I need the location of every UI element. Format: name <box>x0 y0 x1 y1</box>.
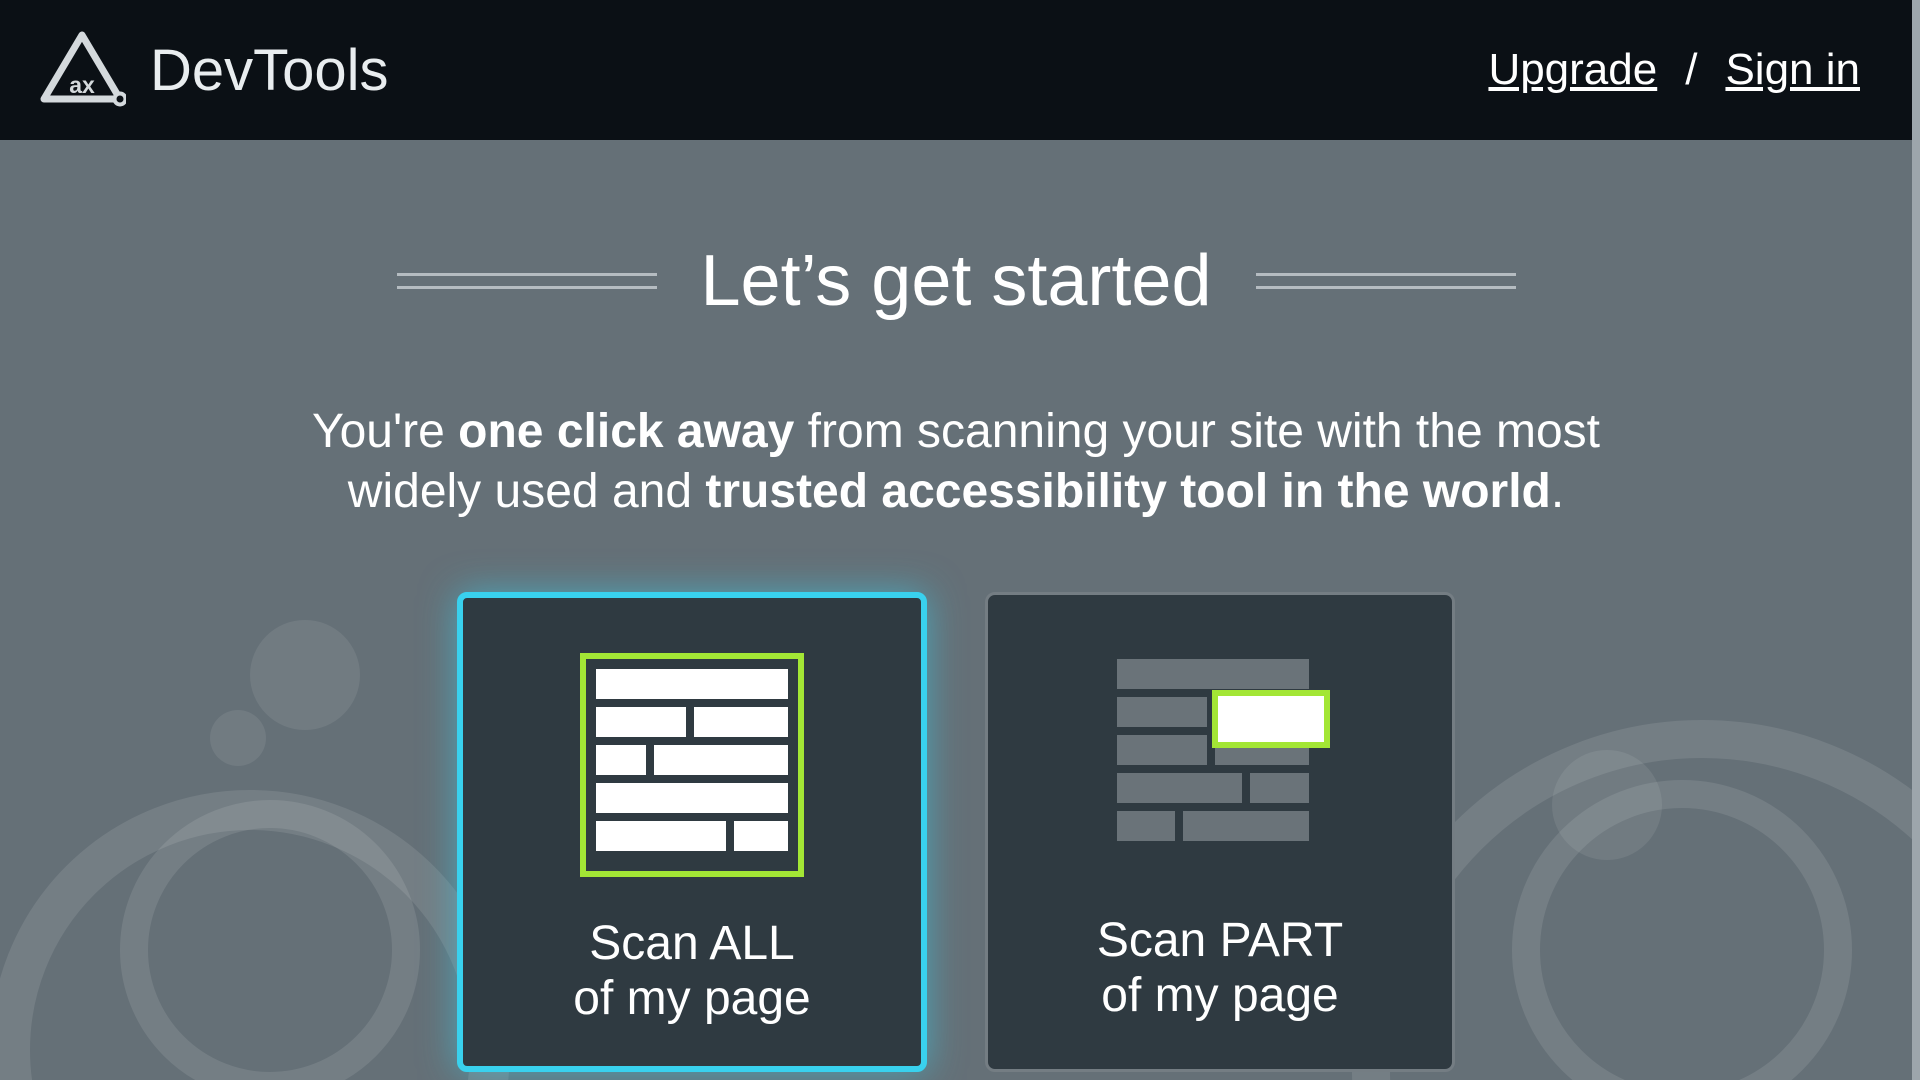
title-row: Let’s get started <box>397 240 1516 322</box>
upgrade-link[interactable]: Upgrade <box>1488 45 1657 95</box>
brand-name: DevTools <box>150 37 389 104</box>
rule-left <box>397 273 657 289</box>
brand: ax DevTools <box>38 29 389 112</box>
header-separator: / <box>1685 45 1697 95</box>
main: Let’s get started You're one click away … <box>0 140 1920 1080</box>
signin-link[interactable]: Sign in <box>1725 45 1860 95</box>
header: ax DevTools Upgrade / Sign in <box>0 0 1920 140</box>
svg-text:ax: ax <box>69 72 95 98</box>
subtitle: You're one click away from scanning your… <box>286 402 1626 522</box>
scan-all-card[interactable]: Scan ALL of my page <box>457 592 927 1072</box>
scan-part-icon <box>1105 647 1335 877</box>
scan-part-label: Scan PART of my page <box>1097 913 1343 1023</box>
scan-option-cards: Scan ALL of my page <box>457 592 1455 1072</box>
axe-logo-icon: ax <box>38 29 126 112</box>
scan-part-card[interactable]: Scan PART of my page <box>985 592 1455 1072</box>
page-title: Let’s get started <box>701 240 1212 322</box>
scan-all-label: Scan ALL of my page <box>573 916 810 1026</box>
scan-all-icon <box>577 650 807 880</box>
rule-right <box>1256 273 1516 289</box>
header-links: Upgrade / Sign in <box>1488 45 1860 95</box>
